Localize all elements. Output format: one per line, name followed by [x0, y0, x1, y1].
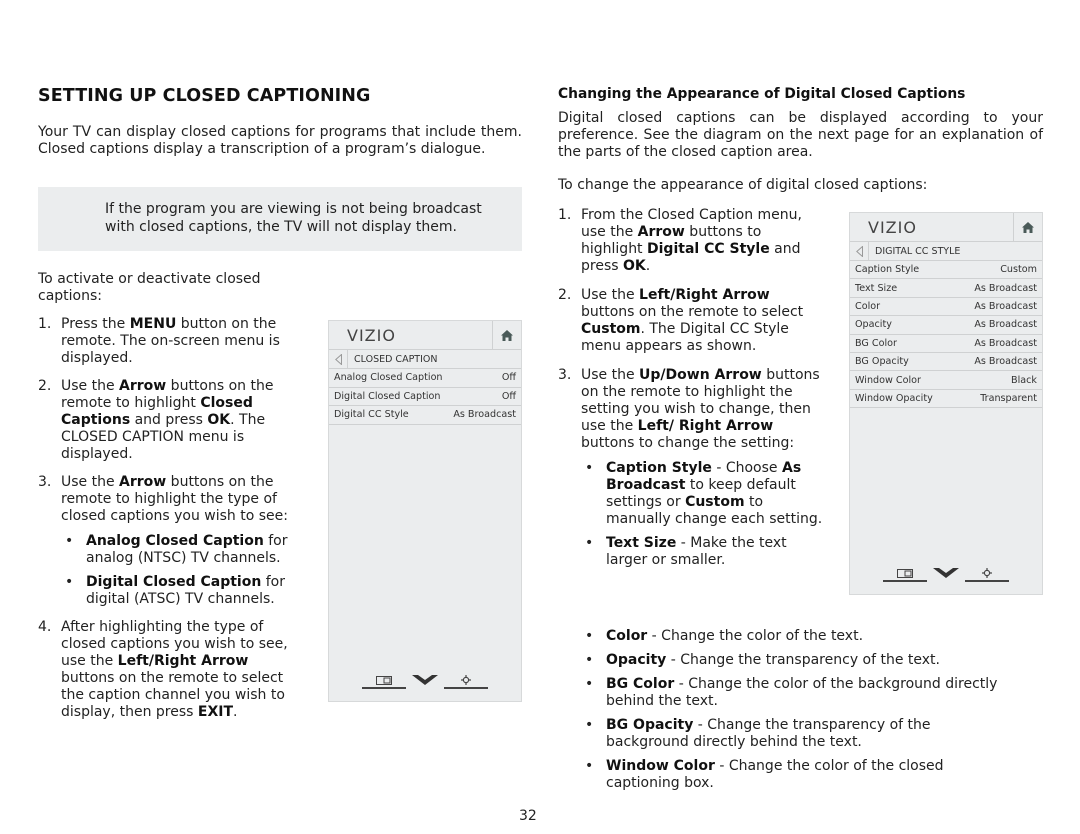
menu-footer	[329, 673, 521, 689]
bullet-analog: • Analog Closed Caption for analog (NTSC)…	[65, 533, 288, 566]
change-lead: To change the appearance of digital clos…	[558, 177, 928, 193]
back-arrow-icon[interactable]	[850, 242, 869, 260]
bullet-window-color: • Window Color - Change the color of the …	[585, 758, 944, 791]
home-icon[interactable]	[493, 321, 521, 349]
settings-icon[interactable]	[444, 673, 488, 689]
vizio-logo: VIZIO	[850, 213, 1014, 241]
input-icon[interactable]	[883, 566, 927, 582]
closed-caption-menu: VIZIO CLOSED CAPTION Analog Closed Capti…	[328, 320, 522, 702]
home-icon[interactable]	[1014, 213, 1042, 241]
menu-row-digital[interactable]: Digital Closed Caption Off	[329, 388, 521, 406]
setting-list-narrow: • Caption Style - Choose As Broadcast to …	[581, 460, 826, 569]
menu-row-bg-opacity[interactable]: BG Opacity As Broadcast	[850, 353, 1042, 372]
activate-lead: To activate or deactivate closed caption…	[38, 271, 261, 304]
step-2: 2. Use the Arrow buttons on the remote t…	[38, 378, 274, 462]
menu-footer	[850, 566, 1042, 582]
section-title: SETTING UP CLOSED CAPTIONING	[38, 86, 371, 106]
bullet-digital: • Digital Closed Caption for digital (ATS…	[65, 574, 285, 607]
step-1: 1. From the Closed Caption menu, use the…	[558, 207, 802, 274]
bullet-bg-color: • BG Color - Change the color of the back…	[585, 676, 998, 709]
bullet-color: • Color - Change the color of the text.	[585, 628, 864, 644]
intro-paragraph: Your TV can display closed captions for …	[38, 124, 522, 157]
menu-row-cc-style[interactable]: Digital CC Style As Broadcast	[329, 406, 521, 425]
step-2: 2. Use the Left/Right Arrow buttons on t…	[558, 287, 804, 354]
step-4: 4. After highlighting the type of closed…	[38, 619, 288, 720]
menu-title: CLOSED CAPTION	[354, 353, 438, 365]
subsection-title: Changing the Appearance of Digital Close…	[558, 86, 966, 102]
input-icon[interactable]	[362, 673, 406, 689]
bullet-bg-opacity: • BG Opacity - Change the transparency of…	[585, 717, 931, 750]
bullet-opacity: • Opacity - Change the transparency of th…	[585, 652, 941, 668]
appearance-steps: 1. From the Closed Caption menu, use the…	[558, 207, 826, 579]
page-number: 32	[519, 808, 537, 824]
digital-cc-style-menu: VIZIO DIGITAL CC STYLE Caption Style Cust…	[849, 212, 1043, 595]
setting-list-wide: • Color - Change the color of the text. •…	[581, 628, 1046, 799]
step-3: 3. Use the Up/Down Arrow buttons on the …	[558, 367, 826, 569]
menu-row-bg-color[interactable]: BG Color As Broadcast	[850, 335, 1042, 353]
menu-row-opacity[interactable]: Opacity As Broadcast	[850, 316, 1042, 335]
menu-header: VIZIO	[850, 213, 1042, 242]
step-1: 1. Press the MENU button on the remote. …	[38, 316, 280, 366]
menu-breadcrumb: CLOSED CAPTION	[329, 350, 521, 369]
bullet-caption-style: • Caption Style - Choose As Broadcast to …	[585, 460, 823, 527]
menu-row-window-opacity[interactable]: Window Opacity Transparent	[850, 390, 1042, 409]
menu-header: VIZIO	[329, 321, 521, 350]
menu-title: DIGITAL CC STYLE	[875, 245, 961, 257]
menu-row-analog[interactable]: Analog Closed Caption Off	[329, 369, 521, 388]
note-text: If the program you are viewing is not be…	[105, 201, 482, 235]
activate-steps: 1. Press the MENU button on the remote. …	[38, 316, 306, 731]
menu-row-window-color[interactable]: Window Color Black	[850, 371, 1042, 390]
vizio-logo: VIZIO	[329, 321, 493, 349]
wide-icon[interactable]	[931, 568, 961, 582]
bullet-text-size: • Text Size - Make the text larger or sma…	[585, 535, 787, 568]
wide-icon[interactable]	[410, 675, 440, 689]
settings-icon[interactable]	[965, 566, 1009, 582]
menu-row-caption-style[interactable]: Caption Style Custom	[850, 261, 1042, 280]
caption-type-list: • Analog Closed Caption for analog (NTSC)…	[61, 533, 306, 608]
menu-breadcrumb: DIGITAL CC STYLE	[850, 242, 1042, 261]
menu-row-color[interactable]: Color As Broadcast	[850, 298, 1042, 317]
note-box: If the program you are viewing is not be…	[38, 187, 522, 251]
step-3: 3. Use the Arrow buttons on the remote t…	[38, 474, 306, 608]
back-arrow-icon[interactable]	[329, 350, 348, 368]
right-intro-paragraph: Digital closed captions can be displayed…	[558, 110, 1043, 160]
menu-row-text-size[interactable]: Text Size As Broadcast	[850, 279, 1042, 298]
